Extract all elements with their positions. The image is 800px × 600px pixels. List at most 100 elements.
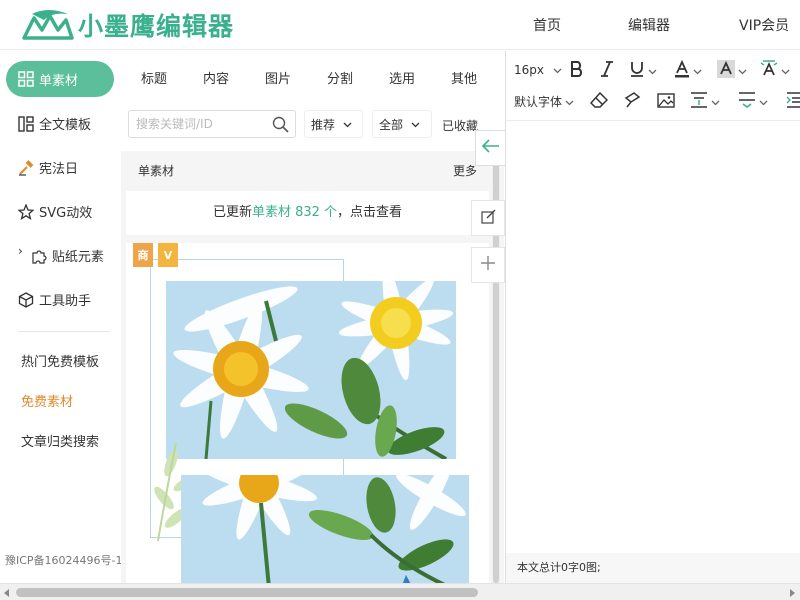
sidebar-item-stickers[interactable]: › 贴纸元素 (18, 243, 104, 266)
sidebar-item-single-material[interactable]: 单素材 (6, 61, 114, 97)
list-title: 单素材 (138, 164, 175, 178)
tab-title[interactable]: 标题 (141, 68, 167, 87)
chevron-down-icon (738, 64, 747, 78)
favorites-link[interactable]: 已收藏 (442, 117, 478, 134)
sidebar-item-full-template[interactable]: 全文模板 (18, 114, 91, 133)
vip-badge: V (158, 243, 178, 267)
logo[interactable]: 小墨鹰编辑器 (22, 7, 234, 43)
highlight-icon (717, 60, 735, 81)
commercial-badge: 商 (133, 243, 153, 267)
search-input[interactable] (129, 111, 269, 137)
underline-button[interactable] (629, 60, 657, 81)
sort-dropdown[interactable]: 推荐 (304, 110, 363, 138)
material-card[interactable]: 商 V (126, 243, 489, 583)
line-spacing-button[interactable] (738, 92, 768, 111)
hammer-icon (18, 159, 34, 176)
chevron-down-icon (553, 63, 562, 77)
sidebar-item-label: 工具助手 (39, 294, 92, 309)
star-icon (18, 203, 34, 220)
background-color-button[interactable] (717, 60, 747, 81)
font-color-icon (674, 59, 690, 81)
tab-image[interactable]: 图片 (265, 68, 291, 87)
eraser-icon[interactable] (590, 92, 608, 108)
scroll-right-icon[interactable] (787, 587, 797, 597)
horizontal-scrollbar[interactable] (0, 583, 800, 600)
sidebar-divider (18, 331, 110, 332)
font-color-button[interactable] (674, 59, 702, 81)
grid-icon (18, 71, 34, 87)
sidebar-item-label: 贴纸元素 (51, 250, 104, 265)
chevron-right-icon: › (18, 243, 23, 258)
sort-dropdown-label: 推荐 (311, 117, 336, 132)
update-prefix: 已更新 (212, 205, 252, 220)
bold-icon[interactable] (569, 60, 585, 78)
update-notice[interactable]: 已更新单素材 832 个，点击查看 (126, 191, 489, 235)
material-panel: 标题 内容 图片 分割 选用 其他 推荐 全部 已收藏 单素材 更多 已更新单素… (121, 51, 504, 583)
text-effect-icon (760, 60, 778, 81)
nav-vip[interactable]: VIP会员 (739, 15, 789, 35)
icp-record[interactable]: 豫ICP备16024496号-1 (5, 552, 123, 568)
italic-icon[interactable] (599, 60, 615, 78)
sidebar-item-label: SVG动效 (39, 206, 93, 221)
chevron-down-icon (565, 95, 574, 109)
toolbar-divider (506, 120, 800, 121)
range-dropdown[interactable]: 全部 (372, 110, 432, 138)
plus-icon (481, 256, 495, 274)
tab-other[interactable]: 其他 (451, 68, 477, 87)
font-family-value: 默认字体 (514, 95, 563, 109)
nav-home[interactable]: 首页 (533, 15, 561, 35)
link-article-category-search[interactable]: 文章归类搜索 (21, 431, 99, 450)
collapse-panel-button[interactable] (475, 130, 505, 166)
tab-content[interactable]: 内容 (203, 68, 229, 87)
image-icon[interactable] (657, 93, 675, 108)
tab-selected[interactable]: 选用 (389, 68, 415, 87)
edit-button[interactable] (471, 200, 505, 236)
cube-icon (18, 291, 34, 308)
sidebar-item-constitution-day[interactable]: 宪法日 (18, 158, 78, 177)
search-icon[interactable] (272, 116, 289, 137)
daisy-photo-top (166, 281, 456, 459)
sidebar-item-tools[interactable]: 工具助手 (18, 290, 91, 309)
text-effect-button[interactable] (760, 60, 790, 81)
add-button[interactable] (471, 247, 505, 283)
font-family-select[interactable]: 默认字体 (514, 93, 574, 110)
chevron-down-icon (343, 117, 352, 131)
eagle-logo-icon (22, 10, 74, 40)
tab-divider[interactable]: 分割 (327, 68, 353, 87)
edit-icon (480, 209, 496, 228)
material-tabs: 标题 内容 图片 分割 选用 其他 (121, 51, 504, 101)
arrow-left-icon (481, 139, 500, 157)
chevron-down-icon (411, 117, 420, 131)
more-link[interactable]: 更多 (453, 162, 477, 179)
template-icon (18, 115, 34, 132)
range-dropdown-label: 全部 (379, 117, 404, 132)
sidebar-item-label: 全文模板 (39, 118, 92, 133)
underline-icon (629, 60, 645, 81)
chevron-down-icon (759, 95, 768, 109)
nav-editor[interactable]: 编辑器 (628, 15, 670, 35)
indent-icon[interactable] (786, 92, 800, 108)
horizontal-scrollbar-thumb[interactable] (16, 588, 478, 597)
link-hot-free-templates[interactable]: 热门免费模板 (21, 351, 99, 370)
chevron-down-icon (693, 64, 702, 78)
daisy-photo-bottom (181, 475, 469, 583)
format-painter-icon[interactable] (623, 92, 641, 108)
search-box (128, 110, 296, 138)
link-free-materials[interactable]: 免费素材 (21, 391, 73, 410)
font-size-select[interactable]: 16px (514, 63, 562, 77)
category-sidebar: 单素材 全文模板 宪法日 SVG动效 › 贴纸元素 工具助手 热门免费模板 免费… (0, 51, 123, 583)
paragraph-spacing-button[interactable] (690, 92, 720, 111)
chevron-down-icon (781, 64, 790, 78)
editor-panel: 16px 默认字体 本文总计0字0图; (505, 51, 800, 583)
word-count-footer: 本文总计0字0图; (506, 553, 800, 583)
line-spacing-icon (738, 92, 756, 111)
sidebar-item-label: 单素材 (39, 73, 79, 89)
top-header: 小墨鹰编辑器 首页 编辑器 VIP会员 (0, 0, 800, 50)
update-count: 单素材 832 个 (251, 205, 338, 220)
chevron-down-icon (648, 64, 657, 78)
sidebar-item-svg-animation[interactable]: SVG动效 (18, 202, 92, 221)
filter-row: 推荐 全部 已收藏 (121, 101, 504, 151)
chevron-down-icon (711, 95, 720, 109)
paragraph-spacing-icon (690, 92, 708, 111)
scroll-left-icon[interactable] (2, 587, 12, 597)
